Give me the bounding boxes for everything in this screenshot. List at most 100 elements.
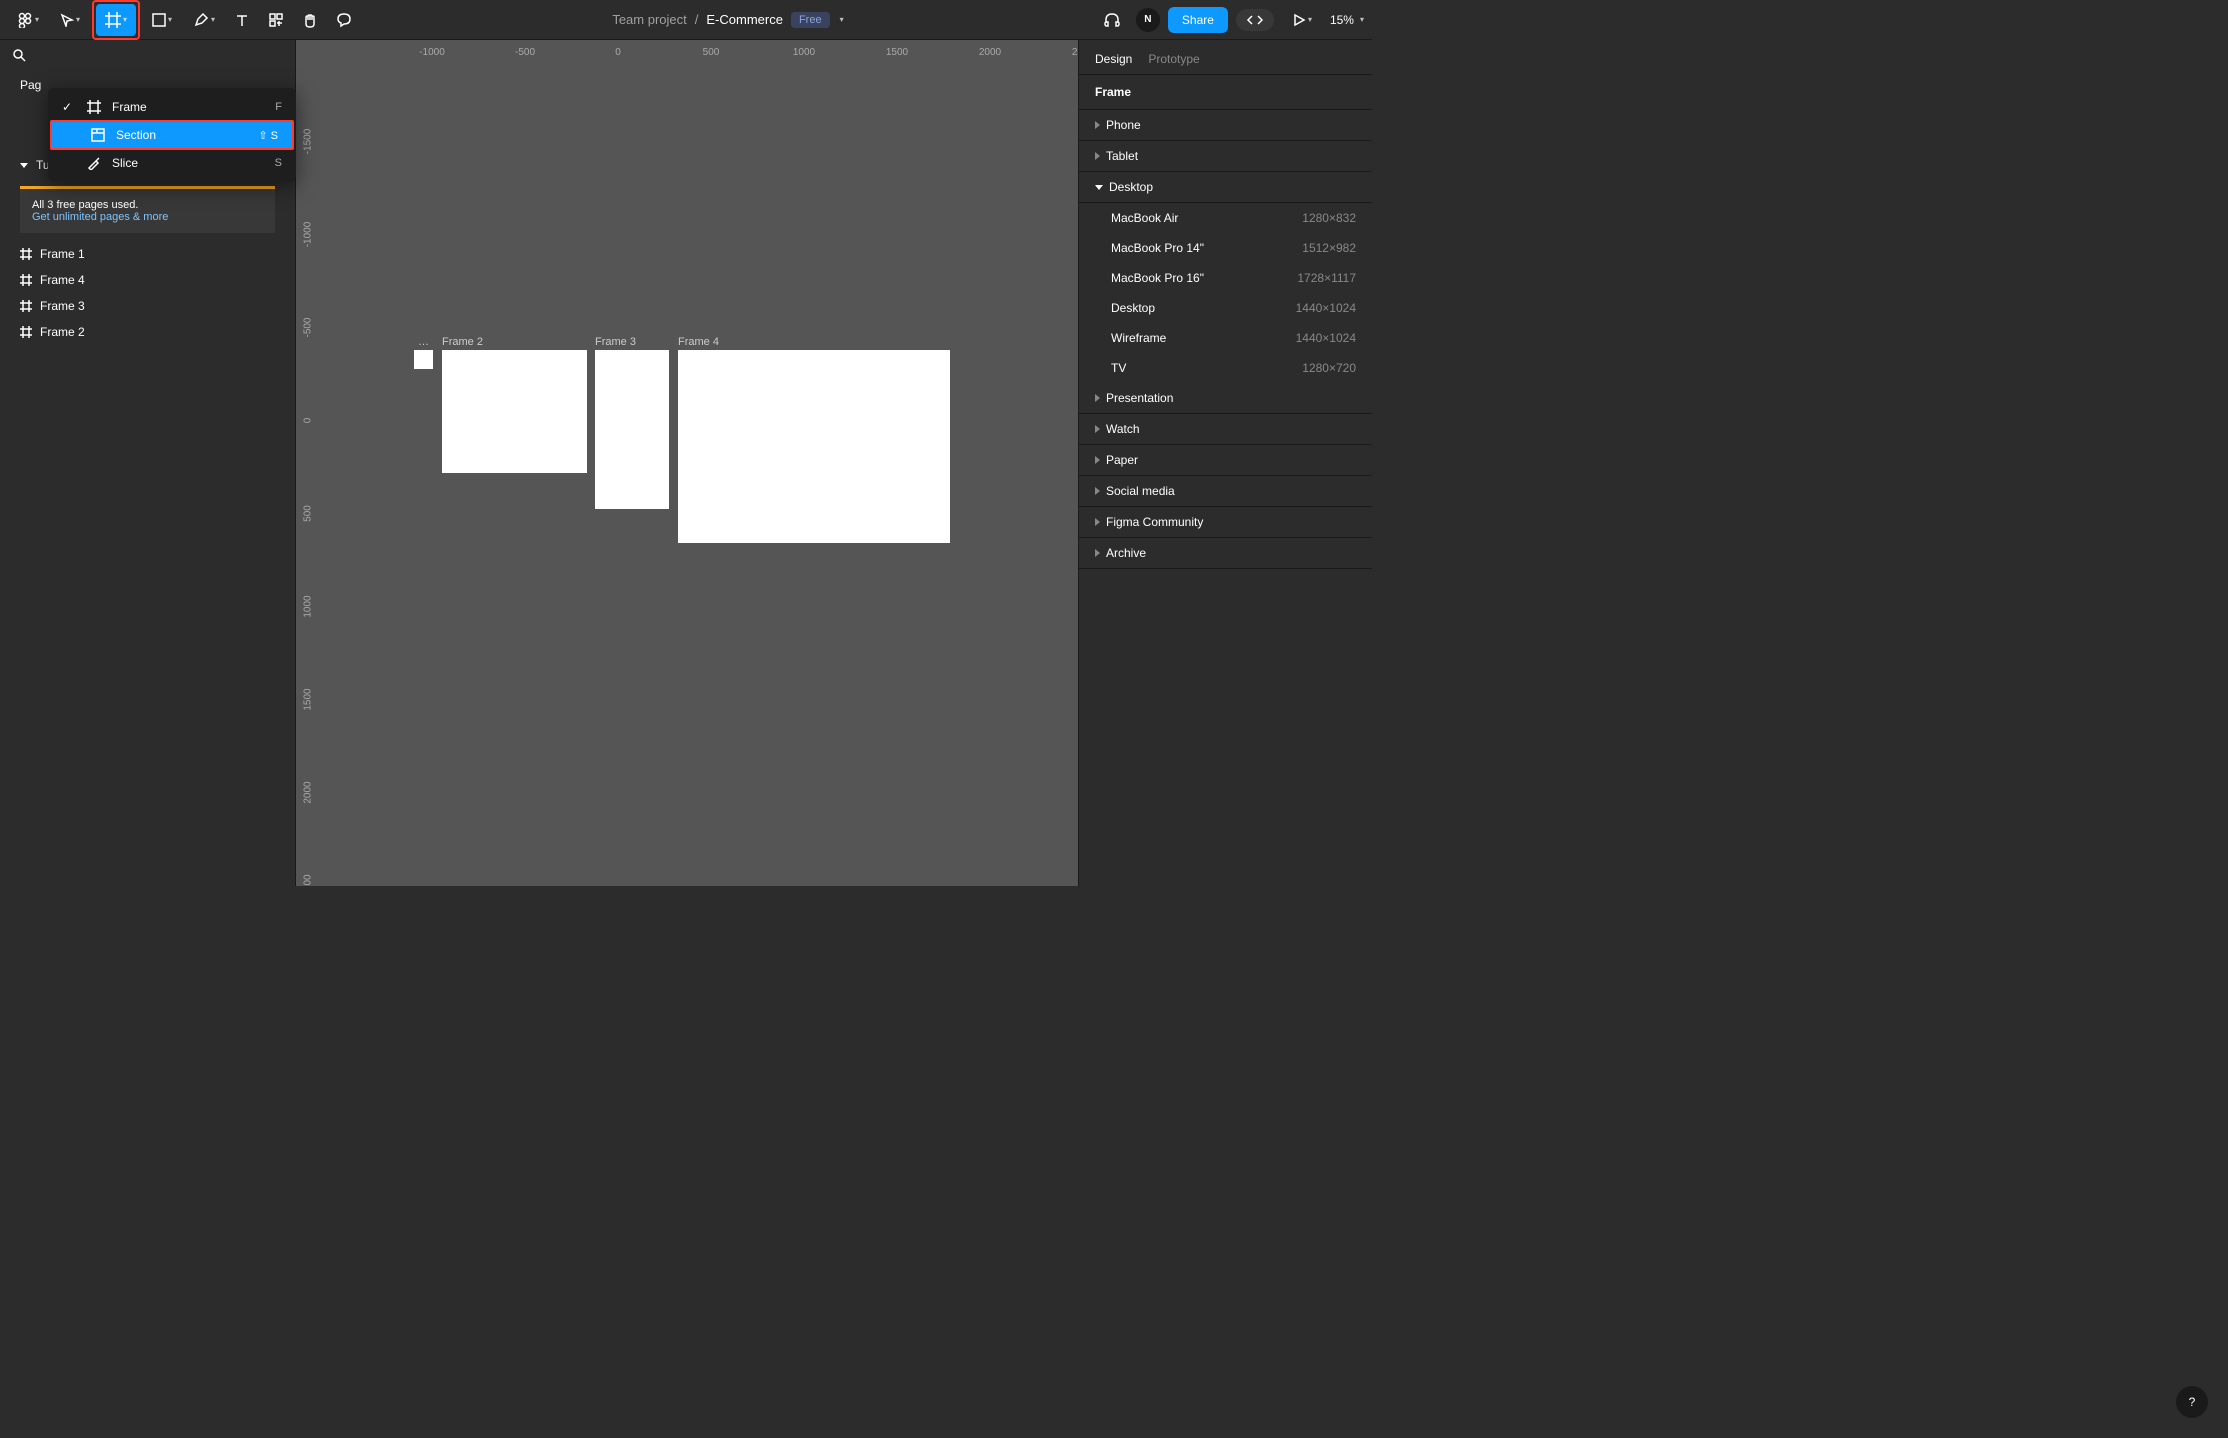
cursor-icon xyxy=(60,13,74,27)
frame-rect-1[interactable] xyxy=(414,350,433,369)
hand-icon xyxy=(302,12,318,28)
notice-link[interactable]: Get unlimited pages & more xyxy=(32,211,263,223)
preset-watch[interactable]: Watch xyxy=(1079,414,1372,445)
dropdown-section[interactable]: Section ⇧ S xyxy=(50,120,294,150)
frame-label-2[interactable]: Frame 2 xyxy=(442,336,483,348)
frame-rect-2[interactable] xyxy=(442,350,587,473)
frame-rect-4[interactable] xyxy=(678,350,950,543)
hand-tool-button[interactable] xyxy=(294,4,326,36)
main-menu-button[interactable]: ▾ xyxy=(8,4,48,36)
dropdown-frame[interactable]: ✓ Frame F xyxy=(48,94,296,120)
main-area: Pag iOS Android Tutorial All 3 free page… xyxy=(0,40,1372,886)
ruler-tick: 500 xyxy=(703,47,720,58)
preset-name: Wireframe xyxy=(1111,331,1166,345)
preset-macbook-pro-14[interactable]: MacBook Pro 14"1512×982 xyxy=(1079,233,1372,263)
panel-tabs: Design Prototype xyxy=(1079,40,1372,75)
dropdown-label: Section xyxy=(116,128,248,142)
preset-tablet[interactable]: Tablet xyxy=(1079,141,1372,172)
canvas[interactable]: -1000 -500 0 500 1000 1500 2000 2500 -15… xyxy=(296,40,1078,886)
chevron-down-icon xyxy=(20,163,28,168)
present-button[interactable]: ▾ xyxy=(1282,4,1322,36)
dropdown-label: Slice xyxy=(112,156,265,170)
panel-title: Frame xyxy=(1079,75,1372,110)
pen-tool-button[interactable]: ▾ xyxy=(184,4,224,36)
shape-tool-button[interactable]: ▾ xyxy=(142,4,182,36)
frame-label-3[interactable]: Frame 3 xyxy=(595,336,636,348)
dropdown-shortcut: ⇧ S xyxy=(258,129,278,142)
preset-dim: 1440×1024 xyxy=(1296,331,1356,345)
dropdown-slice[interactable]: Slice S xyxy=(48,150,296,176)
ruler-tick: 2500 xyxy=(1072,47,1078,58)
preset-label: Archive xyxy=(1106,546,1146,560)
layer-frame-3[interactable]: Frame 3 xyxy=(0,293,295,319)
share-button[interactable]: Share xyxy=(1168,7,1228,33)
play-icon xyxy=(1292,13,1306,27)
preset-archive[interactable]: Archive xyxy=(1079,538,1372,569)
tab-prototype[interactable]: Prototype xyxy=(1148,52,1199,66)
search-icon[interactable] xyxy=(12,48,26,62)
code-icon xyxy=(1246,13,1264,27)
preset-item-desktop[interactable]: Desktop1440×1024 xyxy=(1079,293,1372,323)
preset-label: Figma Community xyxy=(1106,515,1203,529)
preset-label: Paper xyxy=(1106,453,1138,467)
ruler-tick: 0 xyxy=(303,399,314,443)
tab-design[interactable]: Design xyxy=(1095,52,1132,66)
layer-label: Frame 4 xyxy=(40,273,85,287)
layer-frame-1[interactable]: Frame 1 xyxy=(0,241,295,267)
move-tool-button[interactable]: ▾ xyxy=(50,4,90,36)
chevron-down-icon: ▾ xyxy=(1308,15,1312,24)
project-name[interactable]: E-Commerce xyxy=(706,12,783,27)
preset-tv[interactable]: TV 1280×720 xyxy=(1079,353,1372,383)
preset-paper[interactable]: Paper xyxy=(1079,445,1372,476)
preset-wireframe[interactable]: Wireframe 1440×1024 xyxy=(1079,323,1372,353)
layer-frame-2[interactable]: Frame 2 xyxy=(0,319,295,345)
preset-presentation[interactable]: Presentation xyxy=(1079,383,1372,414)
text-tool-button[interactable] xyxy=(226,4,258,36)
preset-phone[interactable]: Phone xyxy=(1079,110,1372,141)
chevron-right-icon xyxy=(1095,549,1100,557)
preset-name: TV xyxy=(1111,361,1126,375)
ruler-tick: 1000 xyxy=(303,585,314,629)
headphones-icon xyxy=(1103,11,1121,29)
left-panel: Pag iOS Android Tutorial All 3 free page… xyxy=(0,40,296,886)
preset-dim: 1440×1024 xyxy=(1296,301,1356,315)
comment-tool-button[interactable] xyxy=(328,4,360,36)
resources-button[interactable] xyxy=(260,4,292,36)
toolbar-right: N Share ▾ 15% ▾ xyxy=(1096,4,1364,36)
preset-label: Tablet xyxy=(1106,149,1138,163)
preset-macbook-pro-16[interactable]: MacBook Pro 16"1728×1117 xyxy=(1079,263,1372,293)
preset-desktop[interactable]: Desktop xyxy=(1079,172,1372,203)
preset-macbook-air[interactable]: MacBook Air1280×832 xyxy=(1079,203,1372,233)
preset-label: Presentation xyxy=(1106,391,1173,405)
frame-tool-button[interactable]: ▾ xyxy=(96,4,136,36)
ruler-horizontal: -1000 -500 0 500 1000 1500 2000 2500 xyxy=(320,40,1078,64)
frame-label-1[interactable]: … xyxy=(418,336,429,348)
slice-icon xyxy=(86,156,102,170)
audio-button[interactable] xyxy=(1096,4,1128,36)
ruler-tick: 1500 xyxy=(303,678,314,722)
preset-dim: 1280×720 xyxy=(1302,361,1356,375)
team-project-label[interactable]: Team project xyxy=(612,12,686,27)
layer-label: Frame 2 xyxy=(40,325,85,339)
plan-badge[interactable]: Free xyxy=(791,12,830,28)
frame-rect-3[interactable] xyxy=(595,350,669,509)
frame-icon xyxy=(20,248,32,260)
dev-mode-toggle[interactable] xyxy=(1236,9,1274,31)
ruler-tick: -500 xyxy=(515,47,535,58)
chevron-down-icon[interactable]: ▾ xyxy=(840,15,844,24)
help-button[interactable]: ? xyxy=(2176,1386,2208,1418)
avatar[interactable]: N xyxy=(1136,8,1160,32)
help-icon: ? xyxy=(2189,1395,2196,1409)
frame-label-4[interactable]: Frame 4 xyxy=(678,336,719,348)
preset-name: MacBook Pro 14" xyxy=(1111,241,1204,255)
comment-icon xyxy=(336,12,352,28)
zoom-control[interactable]: 15% ▾ xyxy=(1330,13,1364,27)
right-panel: Design Prototype Frame Phone Tablet Desk… xyxy=(1078,40,1372,886)
frame-icon xyxy=(20,274,32,286)
preset-name: MacBook Pro 16" xyxy=(1111,271,1204,285)
layer-frame-4[interactable]: Frame 4 xyxy=(0,267,295,293)
preset-figma-community[interactable]: Figma Community xyxy=(1079,507,1372,538)
preset-social-media[interactable]: Social media xyxy=(1079,476,1372,507)
rectangle-icon xyxy=(152,13,166,27)
chevron-right-icon xyxy=(1095,456,1100,464)
